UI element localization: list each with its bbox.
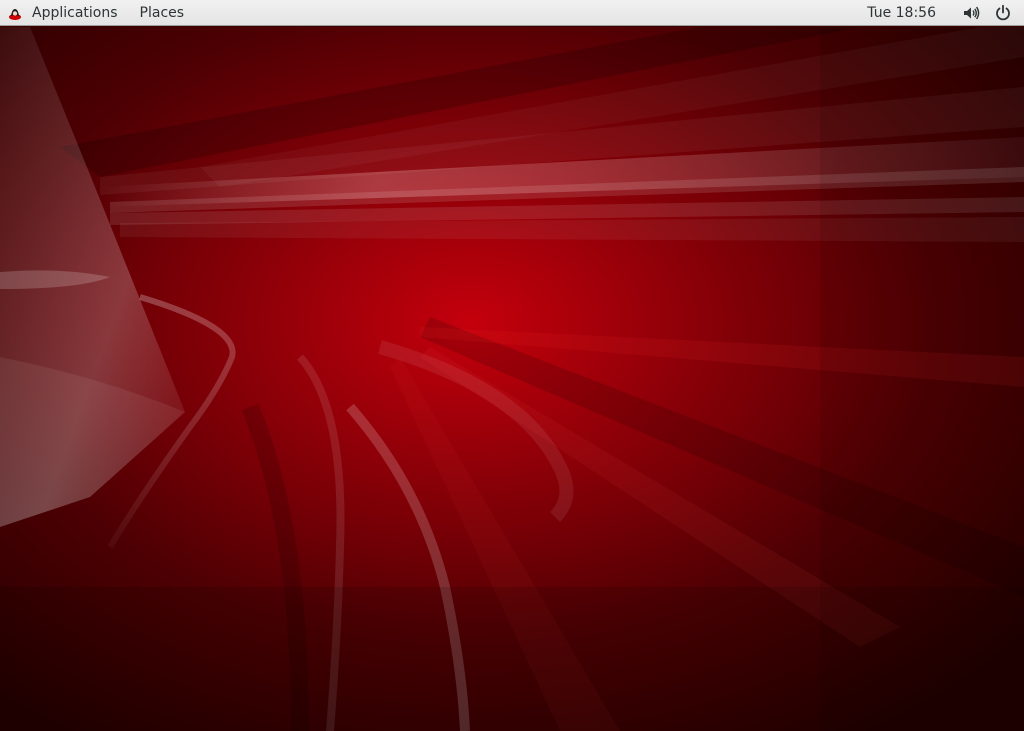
system-tray[interactable] [962, 4, 1024, 22]
places-menu[interactable]: Places [128, 0, 195, 26]
places-label: Places [139, 4, 185, 21]
desktop-wallpaper[interactable] [0, 27, 1024, 731]
applications-menu[interactable]: Applications [0, 0, 128, 26]
clock[interactable]: Tue 18:56 [857, 5, 946, 21]
volume-icon[interactable] [962, 4, 980, 22]
redhat-logo-icon [6, 4, 24, 22]
top-bar: Applications Places Tue 18:56 [0, 0, 1024, 26]
wallpaper-art [0, 27, 1024, 731]
applications-label: Applications [32, 4, 118, 21]
power-icon[interactable] [994, 4, 1012, 22]
screen: Applications Places Tue 18:56 [0, 0, 1024, 731]
